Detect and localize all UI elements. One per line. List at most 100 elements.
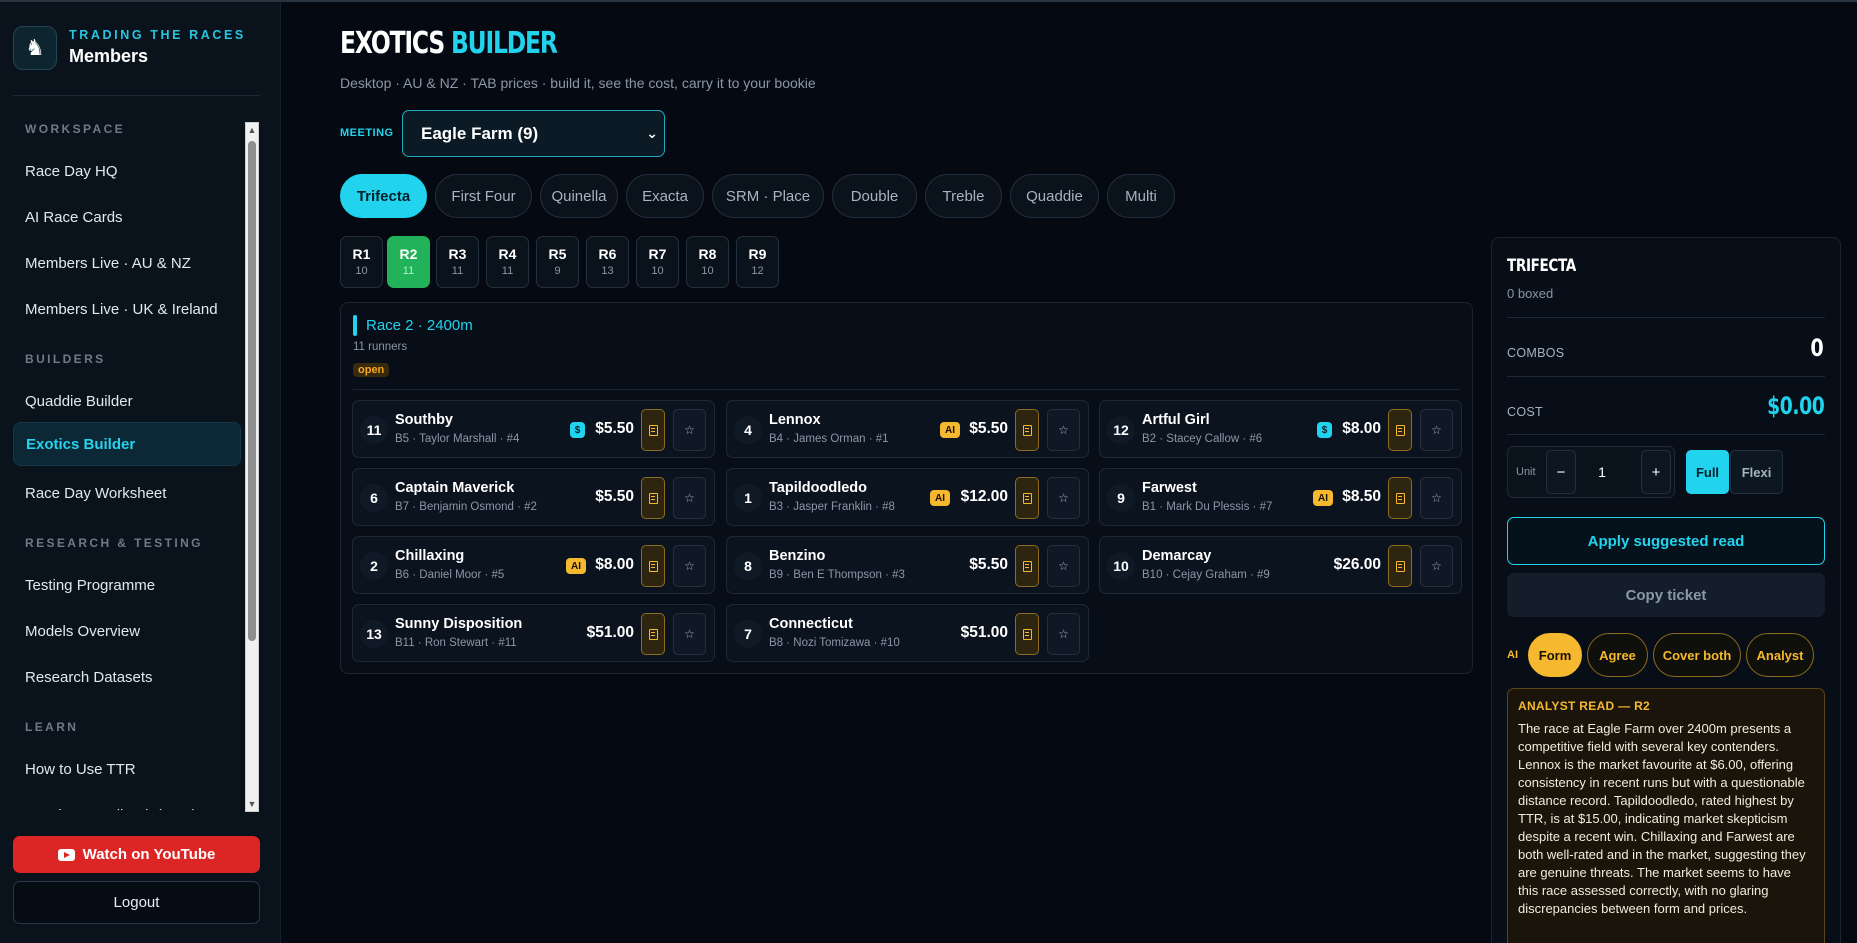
star-button[interactable]: ☆ xyxy=(673,409,706,451)
star-button[interactable]: ☆ xyxy=(1420,409,1453,451)
race-tab-r5[interactable]: R5 9 xyxy=(536,236,579,288)
star-icon: ☆ xyxy=(684,627,695,641)
race-tab-r7[interactable]: R7 10 xyxy=(636,236,679,288)
form-guide-button[interactable] xyxy=(641,477,665,519)
sidebar-item-race-day-hq[interactable]: Race Day HQ xyxy=(13,149,241,193)
logout-button[interactable]: Logout xyxy=(13,881,260,924)
sidebar-item-ai-race-cards[interactable]: AI Race Cards xyxy=(13,195,241,239)
runner-name: Benzino xyxy=(769,548,826,564)
unit-increment-button[interactable]: + xyxy=(1641,450,1671,494)
scroll-thumb[interactable] xyxy=(248,141,256,641)
form-guide-button[interactable] xyxy=(1388,409,1412,451)
runner-meta: B1 · Mark Du Plessis · #7 xyxy=(1142,501,1273,513)
watch-youtube-button[interactable]: Watch on YouTube xyxy=(13,836,260,873)
runner-card[interactable]: 4 Lennox B4 · James Orman · #1 AI $5.50 … xyxy=(726,400,1089,458)
race-tab-r8[interactable]: R8 10 xyxy=(686,236,729,288)
tab-trifecta[interactable]: Trifecta xyxy=(340,174,427,218)
sidebar-item-research-datasets[interactable]: Research Datasets xyxy=(13,655,241,699)
race-tab-r3[interactable]: R3 11 xyxy=(436,236,479,288)
meeting-select[interactable]: Eagle Farm (9) ⌄ xyxy=(402,110,665,157)
star-button[interactable]: ☆ xyxy=(1047,477,1080,519)
analyst-read-title: ANALYST READ — R2 xyxy=(1518,699,1651,713)
runner-card[interactable]: 12 Artful Girl B2 · Stacey Callow · #6 $… xyxy=(1099,400,1462,458)
form-guide-button[interactable] xyxy=(1015,613,1039,655)
sidebar-item-testing-programme[interactable]: Testing Programme xyxy=(13,563,241,607)
star-button[interactable]: ☆ xyxy=(673,477,706,519)
ai-mode-form[interactable]: Form xyxy=(1528,633,1582,677)
star-button[interactable]: ☆ xyxy=(1047,545,1080,587)
runner-name: Chillaxing xyxy=(395,548,465,564)
race-tab-r1[interactable]: R1 10 xyxy=(340,236,383,288)
star-button[interactable]: ☆ xyxy=(1047,613,1080,655)
ai-mode-analyst[interactable]: Analyst xyxy=(1746,633,1814,677)
sidebar-item-race-day-worksheet[interactable]: Race Day Worksheet xyxy=(13,471,241,515)
race-tab-name: R6 xyxy=(598,246,617,262)
form-guide-button[interactable] xyxy=(1015,477,1039,519)
tab-first-four[interactable]: First Four xyxy=(435,174,532,218)
runner-card[interactable]: 9 Farwest B1 · Mark Du Plessis · #7 AI $… xyxy=(1099,468,1462,526)
unit-decrement-button[interactable]: − xyxy=(1546,450,1576,494)
tab-srm-place[interactable]: SRM · Place xyxy=(712,174,824,218)
scroll-up-arrow-icon[interactable]: ▲ xyxy=(246,123,258,137)
document-icon xyxy=(1022,560,1032,572)
race-tab-count: 10 xyxy=(701,265,714,277)
form-guide-button[interactable] xyxy=(641,613,665,655)
tab-treble[interactable]: Treble xyxy=(925,174,1002,218)
form-guide-button[interactable] xyxy=(1388,545,1412,587)
star-button[interactable]: ☆ xyxy=(1047,409,1080,451)
runner-card[interactable]: 6 Captain Maverick B7 · Benjamin Osmond … xyxy=(352,468,715,526)
race-tab-r6[interactable]: R6 13 xyxy=(586,236,629,288)
runner-name: Demarcay xyxy=(1142,548,1212,564)
star-button[interactable]: ☆ xyxy=(1420,477,1453,519)
runner-meta: B6 · Daniel Moor · #5 xyxy=(395,569,505,581)
form-guide-button[interactable] xyxy=(1015,409,1039,451)
race-tab-r4[interactable]: R4 11 xyxy=(486,236,529,288)
form-guide-button[interactable] xyxy=(641,545,665,587)
sidebar-scrollbar[interactable]: ▲ ▼ xyxy=(245,122,259,812)
sidebar-nav: WORKSPACE Race Day HQ AI Race Cards Memb… xyxy=(13,120,243,810)
runner-card[interactable]: 10 Demarcay B10 · Cejay Graham · #9 $26.… xyxy=(1099,536,1462,594)
scroll-down-arrow-icon[interactable]: ▼ xyxy=(246,797,258,811)
brand[interactable]: ♞ TRADING THE RACES Members xyxy=(13,26,260,96)
runner-card[interactable]: 11 Southby B5 · Taylor Marshall · #4 $ $… xyxy=(352,400,715,458)
ai-mode-cover-both[interactable]: Cover both xyxy=(1653,633,1741,677)
unit-value[interactable]: 1 xyxy=(1590,464,1614,480)
tab-quaddie[interactable]: Quaddie xyxy=(1010,174,1099,218)
runner-card[interactable]: 2 Chillaxing B6 · Daniel Moor · #5 AI $8… xyxy=(352,536,715,594)
tab-quinella[interactable]: Quinella xyxy=(540,174,618,218)
star-button[interactable]: ☆ xyxy=(1420,545,1453,587)
runner-price: $8.00 xyxy=(1342,420,1381,437)
full-mode-button[interactable]: Full xyxy=(1686,450,1729,494)
sidebar-item-member-handbook[interactable]: Member Handbook (PDF) xyxy=(13,793,241,811)
sidebar-item-quaddie-builder[interactable]: Quaddie Builder xyxy=(13,379,241,423)
race-tab-count: 10 xyxy=(355,265,368,277)
runner-card[interactable]: 1 Tapildoodledo B3 · Jasper Franklin · #… xyxy=(726,468,1089,526)
sidebar-item-exotics-builder[interactable]: Exotics Builder xyxy=(13,422,241,466)
runner-card[interactable]: 13 Sunny Disposition B11 · Ron Stewart ·… xyxy=(352,604,715,662)
flexi-mode-button[interactable]: Flexi xyxy=(1730,450,1783,494)
star-button[interactable]: ☆ xyxy=(673,545,706,587)
tab-double[interactable]: Double xyxy=(832,174,917,218)
form-guide-button[interactable] xyxy=(641,409,665,451)
race-tab-r9[interactable]: R9 12 xyxy=(736,236,779,288)
form-guide-button[interactable] xyxy=(1015,545,1039,587)
sidebar-item-members-live-uk-ireland[interactable]: Members Live · UK & Ireland xyxy=(13,287,241,331)
race-tab-r2[interactable]: R2 11 xyxy=(387,236,430,288)
sidebar-item-models-overview[interactable]: Models Overview xyxy=(13,609,241,653)
copy-ticket-button[interactable]: Copy ticket xyxy=(1507,573,1825,617)
page-title: EXOTICS BUILDER xyxy=(340,26,558,61)
money-badge: $ xyxy=(570,422,585,438)
tab-multi[interactable]: Multi xyxy=(1107,174,1175,218)
sidebar-item-members-live-au-nz[interactable]: Members Live · AU & NZ xyxy=(13,241,241,285)
runner-meta: B2 · Stacey Callow · #6 xyxy=(1142,433,1263,445)
star-button[interactable]: ☆ xyxy=(673,613,706,655)
tab-exacta[interactable]: Exacta xyxy=(626,174,704,218)
form-guide-button[interactable] xyxy=(1388,477,1412,519)
sidebar-item-how-to-use-ttr[interactable]: How to Use TTR xyxy=(13,747,241,791)
runner-number: 4 xyxy=(734,416,762,444)
ai-mode-agree[interactable]: Agree xyxy=(1587,633,1648,677)
apply-suggested-read-button[interactable]: Apply suggested read xyxy=(1507,517,1825,565)
runner-card[interactable]: 7 Connecticut B8 · Nozi Tomizawa · #10 $… xyxy=(726,604,1089,662)
race-name: Race 2 · 2400m xyxy=(366,317,473,334)
runner-card[interactable]: 8 Benzino B9 · Ben E Thompson · #3 $5.50… xyxy=(726,536,1089,594)
